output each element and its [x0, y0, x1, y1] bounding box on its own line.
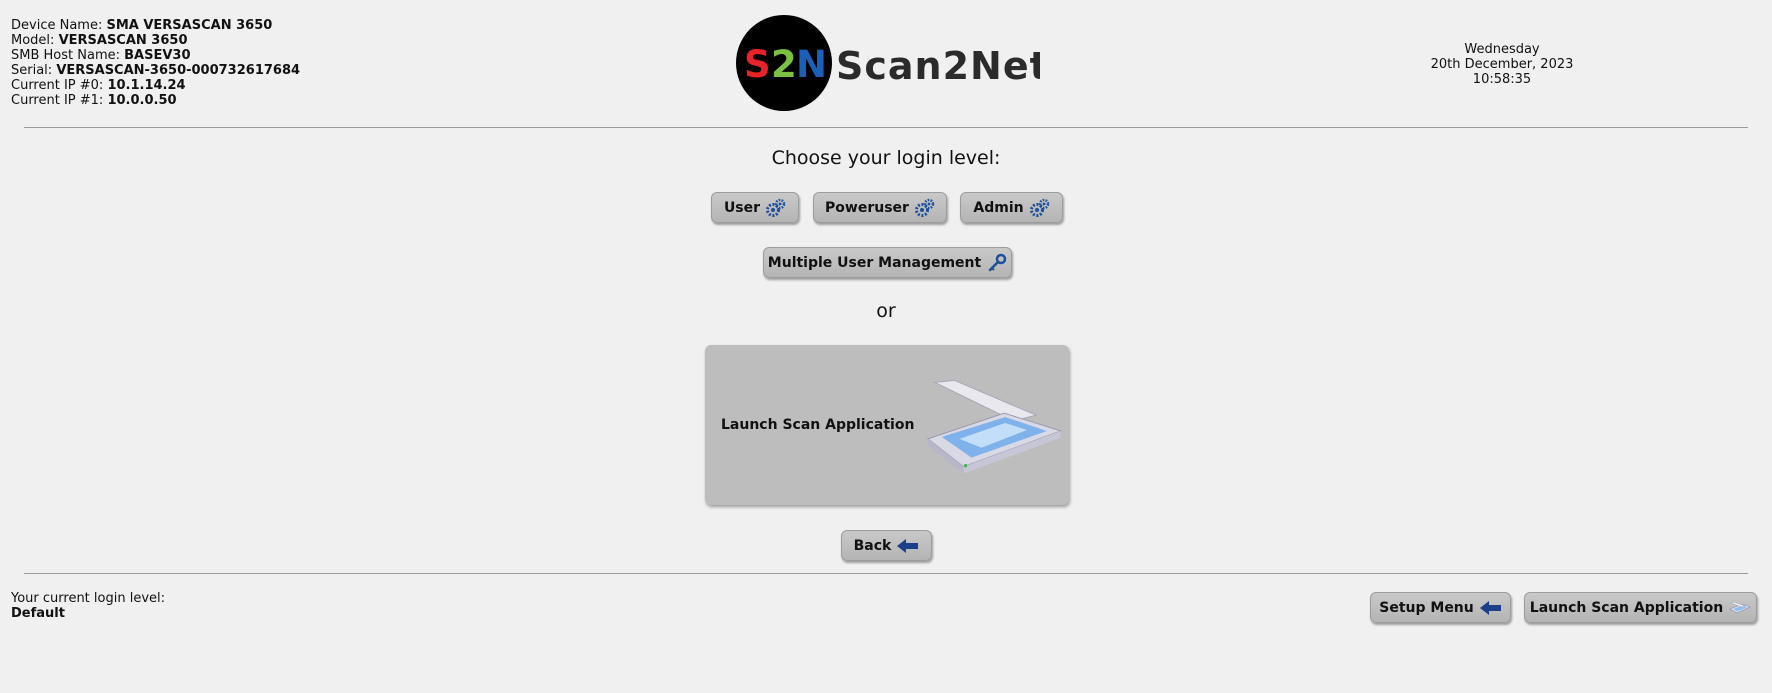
scan2net-login-page: Device Name: SMA VERSASCAN 3650 Model: V… [0, 0, 1772, 693]
user-login-button[interactable]: User [711, 192, 799, 223]
current-login-level: Your current login level: Default [11, 591, 165, 621]
logo-mark-2: 2 [771, 43, 797, 86]
login-level-caption: Your current login level: [11, 591, 166, 606]
model-value: VERSASCAN 3650 [58, 33, 188, 48]
logo-mark-n: N [796, 43, 827, 86]
time-clock: 10:58:35 [1472, 72, 1532, 87]
admin-login-button[interactable]: Admin [960, 192, 1063, 223]
scan2net-logo: S 2 N Scan2Net [735, 14, 1048, 112]
date-full: 20th December, 2023 [1430, 57, 1574, 72]
setup-menu-label: Setup Menu [1379, 599, 1474, 616]
smb-host-value: BASEV30 [124, 48, 191, 63]
setup-menu-button[interactable]: Setup Menu [1370, 592, 1511, 623]
model-label: Model: [11, 33, 55, 48]
launch-scan-application-tile[interactable]: Launch Scan Application [705, 345, 1069, 505]
header-divider [24, 127, 1748, 128]
arrow-left-icon [897, 538, 919, 553]
device-name-value: SMA VERSASCAN 3650 [106, 18, 273, 33]
user-login-label: User [723, 199, 761, 216]
login-level-value: Default [11, 606, 65, 621]
scanner-small-icon [1729, 601, 1752, 613]
or-separator: or [876, 300, 896, 322]
logo-mark-s: S [744, 43, 771, 86]
serial-label: Serial: [11, 63, 53, 78]
back-label: Back [853, 537, 892, 554]
poweruser-login-button[interactable]: Poweruser [813, 192, 947, 223]
ip0-label: Current IP #0: [11, 78, 104, 93]
ip0-row: Current IP #0: 10.1.14.24 [11, 78, 300, 93]
gears-icon [1029, 198, 1049, 217]
ip0-value: 10.1.14.24 [107, 78, 186, 93]
datetime: Wednesday 20th December, 2023 10:58:35 [1402, 42, 1602, 87]
admin-login-label: Admin [973, 199, 1024, 216]
ip1-row: Current IP #1: 10.0.0.50 [11, 93, 300, 108]
device-name-label: Device Name: [11, 18, 103, 33]
multiple-user-management-label: Multiple User Management [767, 254, 982, 271]
launch-scan-application-button[interactable]: Launch Scan Application [1524, 592, 1757, 623]
serial-row: Serial: VERSASCAN-3650-000732617684 [11, 63, 300, 78]
login-level-title: Choose your login level: [771, 147, 1001, 169]
footer-divider [24, 573, 1748, 574]
multiple-user-management-button[interactable]: Multiple User Management [763, 247, 1012, 278]
poweruser-login-label: Poweruser [825, 199, 909, 216]
launch-scan-tile-label: Launch Scan Application [721, 417, 915, 433]
gears-icon [766, 198, 786, 217]
serial-value: VERSASCAN-3650-000732617684 [56, 63, 301, 78]
key-icon [988, 253, 1007, 271]
arrow-left-icon [1479, 600, 1501, 615]
smb-host-row: SMB Host Name: BASEV30 [11, 48, 300, 63]
date-day: Wednesday [1464, 42, 1540, 57]
device-info: Device Name: SMA VERSASCAN 3650 Model: V… [11, 18, 300, 108]
ip1-label: Current IP #1: [11, 93, 104, 108]
scan2net-logo-graphic: S 2 N Scan2Net [736, 15, 1048, 111]
back-button[interactable]: Back [841, 530, 932, 561]
model-row: Model: VERSASCAN 3650 [11, 33, 300, 48]
flatbed-scanner-icon [927, 379, 1063, 473]
launch-scan-application-label: Launch Scan Application [1529, 599, 1724, 616]
ip1-value: 10.0.0.50 [107, 93, 177, 108]
logo-wordmark: Scan2Net [836, 44, 1040, 88]
smb-host-label: SMB Host Name: [11, 48, 120, 63]
gears-icon [914, 198, 935, 217]
device-name-row: Device Name: SMA VERSASCAN 3650 [11, 18, 300, 33]
